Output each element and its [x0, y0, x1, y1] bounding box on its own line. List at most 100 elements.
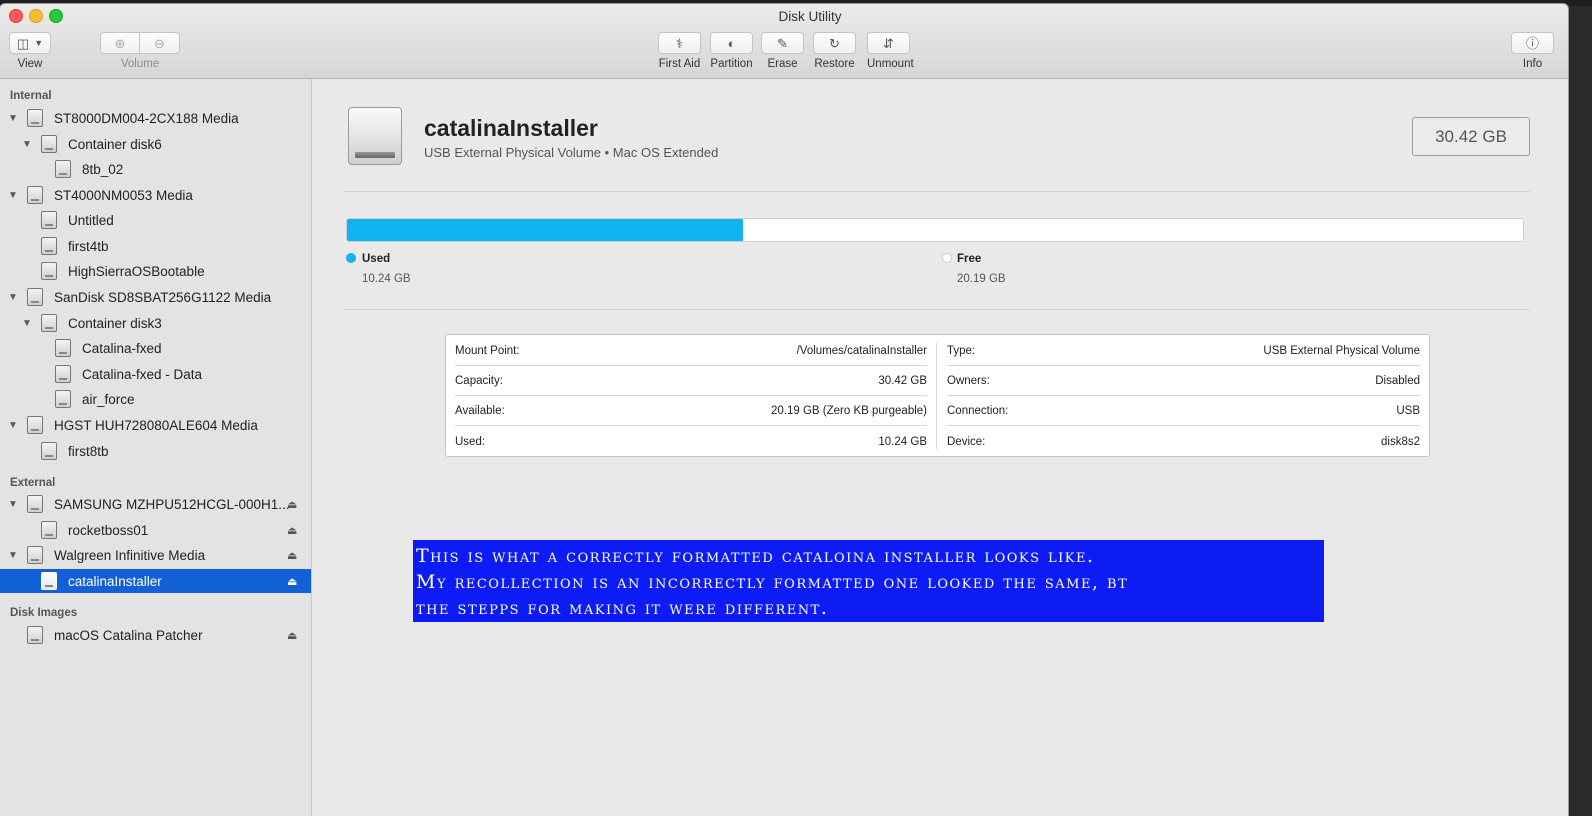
eject-icon[interactable]: ⏏	[287, 629, 297, 642]
sidebar-item-label: 8tb_02	[82, 161, 124, 177]
volume-icon	[41, 237, 57, 255]
partition-button[interactable]: ◐	[710, 32, 753, 54]
info-value: 10.24 GB	[878, 436, 927, 448]
info-row: Type: USB External Physical Volume	[938, 336, 1429, 366]
remove-volume-button[interactable]: ⊖	[140, 32, 180, 54]
sidebar-item-label: air_force	[82, 391, 135, 407]
sidebar-item-highsierraosbootable[interactable]: HighSierraOSBootable	[0, 259, 311, 283]
first-aid-button[interactable]: ⚕	[658, 32, 701, 54]
sidebar-item-label: ST4000NM0053 Media	[54, 187, 193, 203]
disclosure-triangle-icon[interactable]: ▼	[8, 420, 18, 431]
sidebar-item-first4tb[interactable]: first4tb	[0, 234, 311, 258]
sidebar-item-label: Container disk6	[68, 136, 162, 152]
info-label: Info	[1522, 58, 1543, 70]
sidebar-item-container-disk3[interactable]: ▼ Container disk3	[0, 311, 311, 335]
sidebar-item-container-disk6[interactable]: ▼ Container disk6	[0, 132, 311, 156]
sidebar-item-st8000-media[interactable]: ▼ ST8000DM004-2CX188 Media	[0, 106, 311, 130]
disclosure-triangle-icon[interactable]: ▼	[8, 550, 18, 561]
used-legend-dot	[346, 253, 356, 263]
eject-icon[interactable]: ⏏	[287, 524, 297, 537]
first-aid-label: First Aid	[658, 58, 701, 70]
sidebar-item-air-force[interactable]: air_force	[0, 387, 311, 411]
sidebar-item-sandisk-media[interactable]: ▼ SanDisk SD8SBAT256G1122 Media	[0, 285, 311, 309]
sidebar-item-label: Container disk3	[68, 315, 162, 331]
disclosure-triangle-icon[interactable]: ▼	[8, 113, 18, 124]
info-value: 30.42 GB	[878, 375, 927, 387]
sidebar-item-label: rocketboss01	[68, 522, 149, 538]
volume-subtitle: USB External Physical Volume • Mac OS Ex…	[424, 145, 719, 160]
info-value: 20.19 GB (Zero KB purgeable)	[771, 405, 927, 417]
volume-control: ⊕ ⊖ Volume	[100, 32, 180, 70]
sidebar-item-catalina-fxed-data[interactable]: Catalina-fxed - Data	[0, 362, 311, 386]
info-key: Mount Point:	[455, 345, 520, 357]
add-volume-button[interactable]: ⊕	[100, 32, 140, 54]
restore-arrow-icon: ↻	[829, 35, 840, 51]
sidebar-item-label: first4tb	[68, 238, 109, 254]
sidebar-item-label: macOS Catalina Patcher	[54, 627, 203, 643]
info-row: Connection: USB	[938, 396, 1429, 426]
first-aid-control: ⚕ First Aid	[658, 32, 701, 70]
free-legend-dot	[942, 253, 952, 263]
sidebar-item-rocketboss01[interactable]: rocketboss01 ⏏	[0, 518, 311, 542]
sidebar-item-first8tb[interactable]: first8tb	[0, 439, 311, 463]
sidebar-item-catalinainstaller[interactable]: catalinaInstaller ⏏	[0, 569, 311, 593]
sidebar-item-label: SAMSUNG MZHPU512HCGL-000H1...	[54, 496, 290, 512]
restore-label: Restore	[814, 58, 855, 70]
disk-image-icon	[27, 626, 43, 644]
sidebar-item-8tb-02[interactable]: 8tb_02	[0, 157, 311, 181]
sidebar-item-walgreen-media[interactable]: ▼ Walgreen Infinitive Media ⏏	[0, 543, 311, 567]
volume-size-badge: 30.42 GB	[1412, 117, 1530, 156]
sidebar-icon: ◫	[16, 35, 30, 51]
info-control: ⓘ Info	[1511, 32, 1554, 70]
volume-info-table: Mount Point: /Volumes/catalinaInstaller …	[445, 334, 1430, 457]
info-column-right: Type: USB External Physical Volume Owner…	[938, 335, 1429, 456]
used-legend-title: Used	[362, 253, 391, 265]
sidebar-item-macos-catalina-patcher[interactable]: macOS Catalina Patcher ⏏	[0, 623, 311, 647]
volume-icon	[41, 442, 57, 460]
volume-icon	[55, 365, 71, 383]
hard-disk-icon	[27, 109, 43, 127]
unmount-control: ⇵ Unmount	[867, 32, 914, 70]
info-column-left: Mount Point: /Volumes/catalinaInstaller …	[446, 335, 936, 456]
sidebar-item-label: Walgreen Infinitive Media	[54, 547, 206, 563]
info-value: USB External Physical Volume	[1263, 345, 1420, 357]
divider	[344, 309, 1530, 310]
restore-button[interactable]: ↻	[813, 32, 856, 54]
partition-label: Partition	[710, 58, 753, 70]
toolbar: Disk Utility ◫ ▼ View ⊕ ⊖ Volume ⚕ First…	[0, 4, 1568, 79]
disk-utility-window: Disk Utility ◫ ▼ View ⊕ ⊖ Volume ⚕ First…	[0, 4, 1568, 816]
info-key: Available:	[455, 405, 505, 417]
erase-button[interactable]: ✎	[761, 32, 804, 54]
info-button[interactable]: ⓘ	[1511, 32, 1554, 54]
unmount-label: Unmount	[867, 58, 914, 70]
eject-icon[interactable]: ⏏	[287, 498, 297, 511]
info-row: Capacity: 30.42 GB	[446, 366, 936, 396]
view-button[interactable]: ◫ ▼	[9, 32, 51, 54]
sidebar-item-label: HighSierraOSBootable	[68, 263, 205, 279]
eject-icon[interactable]: ⏏	[287, 575, 297, 588]
volume-icon	[41, 572, 57, 590]
sidebar-item-untitled[interactable]: Untitled	[0, 208, 311, 232]
disclosure-triangle-icon[interactable]: ▼	[8, 499, 18, 510]
sidebar-item-catalina-fxed[interactable]: Catalina-fxed	[0, 336, 311, 360]
disclosure-triangle-icon[interactable]: ▼	[8, 292, 18, 303]
info-key: Capacity:	[455, 375, 503, 387]
external-drive-icon	[348, 107, 402, 165]
disclosure-triangle-icon[interactable]: ▼	[22, 139, 32, 150]
sidebar-item-label: HGST HUH728080ALE604 Media	[54, 417, 258, 433]
used-legend-value: 10.24 GB	[362, 273, 411, 285]
hard-disk-icon	[27, 416, 43, 434]
info-value: USB	[1396, 405, 1420, 417]
sidebar-item-samsung-media[interactable]: ▼ SAMSUNG MZHPU512HCGL-000H1... ⏏	[0, 492, 311, 516]
unmount-button[interactable]: ⇵	[867, 32, 910, 54]
sidebar: Internal ▼ ST8000DM004-2CX188 Media ▼ Co…	[0, 79, 312, 816]
disclosure-triangle-icon[interactable]: ▼	[8, 190, 18, 201]
volume-icon	[41, 262, 57, 280]
sidebar-item-hgst-media[interactable]: ▼ HGST HUH728080ALE604 Media	[0, 413, 311, 437]
annotation-line: My recollection is an incorrectly format…	[416, 571, 1129, 593]
sidebar-item-st4000-media[interactable]: ▼ ST4000NM0053 Media	[0, 183, 311, 207]
disclosure-triangle-icon[interactable]: ▼	[22, 318, 32, 329]
unmount-icon: ⇵	[883, 35, 894, 51]
eject-icon[interactable]: ⏏	[287, 549, 297, 562]
free-legend-value: 20.19 GB	[957, 273, 1006, 285]
